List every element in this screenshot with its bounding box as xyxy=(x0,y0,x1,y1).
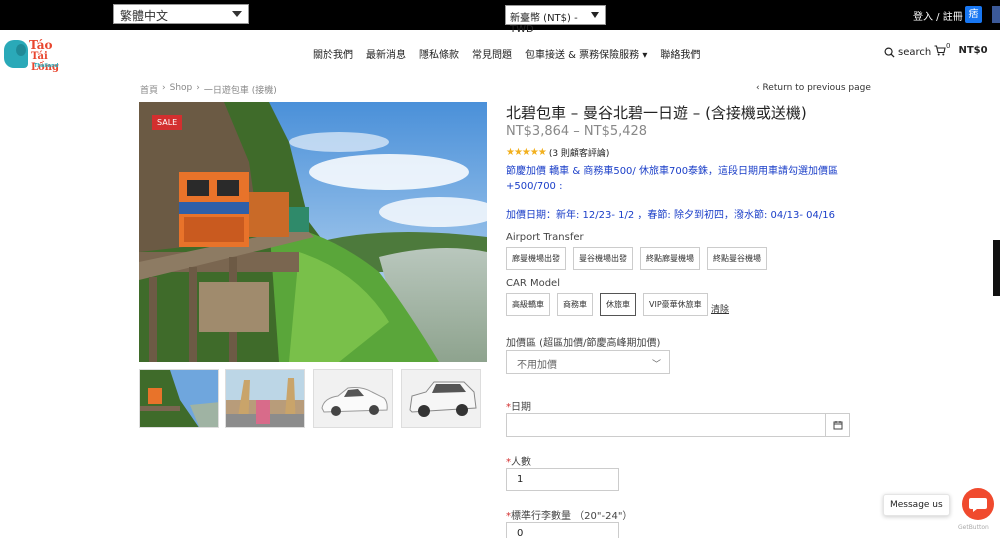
people-quantity-input[interactable]: 1 xyxy=(506,468,619,491)
main-nav: 關於我們 最新消息 隱私條款 常見問題 包車接送 & 票務保險服務 ▾ 聯絡我們 xyxy=(313,46,713,61)
search-label: search xyxy=(898,47,932,58)
product-main-image[interactable] xyxy=(139,102,487,362)
logo-text-1: Táo xyxy=(29,38,53,52)
nav-item-contact[interactable]: 聯絡我們 xyxy=(660,46,700,61)
airport-option-dmk-arrive[interactable]: 終點廊曼機場 xyxy=(640,247,700,270)
side-tab[interactable] xyxy=(993,240,1000,296)
chat-button[interactable] xyxy=(962,488,994,520)
thumb-giraffe-image xyxy=(226,370,304,427)
cart-total: NT$0 xyxy=(958,45,988,56)
search-icon xyxy=(884,47,895,58)
sale-badge: SALE xyxy=(152,115,183,130)
luggage-label: *標準行李數量 （20"-24"） xyxy=(506,507,632,522)
car-model-options: 高級轎車 商務車 休旅車 VIP豪華休旅車 xyxy=(506,293,708,316)
people-label: *人數 xyxy=(506,453,531,468)
star-rating-icon: ★★★★★ xyxy=(506,147,547,158)
car-option-suv[interactable]: 休旅車 xyxy=(600,293,636,316)
thumb-train-image xyxy=(140,370,218,427)
airport-option-bkk-arrive[interactable]: 終點曼谷機場 xyxy=(707,247,767,270)
thumbnail-suv[interactable] xyxy=(401,369,481,428)
airport-option-dmk-depart[interactable]: 廊曼機場出發 xyxy=(506,247,566,270)
people-label-text: 人數 xyxy=(511,457,531,468)
caret-down-icon xyxy=(232,11,242,17)
search-button[interactable]: search xyxy=(884,47,931,58)
nav-item-news[interactable]: 最新消息 xyxy=(366,46,406,61)
breadcrumb-separator: › xyxy=(162,83,166,93)
login-link[interactable]: 登入 / 註冊 xyxy=(913,8,963,23)
currency-value: 新臺幣 (NT$) - TWD xyxy=(510,13,578,35)
nav-item-about[interactable]: 關於我們 xyxy=(313,46,353,61)
airport-transfer-label: Airport Transfer xyxy=(506,232,584,243)
calendar-glyph-icon xyxy=(833,421,842,430)
promo-surcharge-note: 節慶加價 轎車 & 商務車500/ 休旅車700泰銖，這段日期用車請勾選加價區+… xyxy=(506,166,839,192)
product-rating: ★★★★★ (3 則顧客評論) xyxy=(506,146,609,159)
logo-text-2: Tái Lồng xyxy=(31,51,59,73)
chevron-down-icon: ﹀ xyxy=(651,360,661,370)
luggage-label-text: 標準行李數量 （20"-24"） xyxy=(511,511,633,522)
thumb-suv-image xyxy=(402,370,480,427)
cart-count: 0 xyxy=(946,41,951,50)
car-option-business[interactable]: 商務車 xyxy=(557,293,593,316)
currency-select[interactable]: 新臺幣 (NT$) - TWD xyxy=(505,5,606,35)
cart-icon xyxy=(934,45,946,56)
nav-item-faq[interactable]: 常見問題 xyxy=(472,46,512,61)
breadcrumb-home[interactable]: 首頁 xyxy=(140,83,158,96)
airport-option-bkk-depart[interactable]: 曼谷機場出發 xyxy=(573,247,633,270)
thumbnail-train[interactable] xyxy=(139,369,219,428)
getbutton-credit[interactable]: GetButton xyxy=(958,524,989,531)
language-value: 繁體中文 xyxy=(120,9,169,23)
clear-selection-link[interactable]: 清除 xyxy=(711,302,729,315)
car-model-label: CAR Model xyxy=(506,278,560,289)
surcharge-value: 不用加價 xyxy=(517,360,557,371)
breadcrumb-separator: › xyxy=(196,83,200,93)
elephant-ear-icon xyxy=(16,44,26,56)
site-logo[interactable]: Táo Tái Lồng Thailand xyxy=(4,38,72,73)
caret-down-icon xyxy=(591,12,599,18)
breadcrumb-current: 一日遊包車 (接機) xyxy=(203,86,277,96)
airport-transfer-options: 廊曼機場出發 曼谷機場出發 終點廊曼機場 終點曼谷機場 xyxy=(506,247,767,270)
return-link[interactable]: ‹ Return to previous page xyxy=(756,83,871,93)
chat-bubble-icon xyxy=(969,498,987,512)
car-option-vip-suv[interactable]: VIP豪華休旅車 xyxy=(643,293,708,316)
message-us-bubble[interactable]: Message us xyxy=(883,494,950,516)
review-count-link[interactable]: (3 則顧客評論) xyxy=(549,146,610,159)
car-option-sedan[interactable]: 高級轎車 xyxy=(506,293,550,316)
thumbnail-giraffe[interactable] xyxy=(225,369,305,428)
logo-text-3: Thailand xyxy=(34,63,59,69)
breadcrumb: 首頁 › Shop › 一日遊包車 (接機) xyxy=(140,83,277,96)
cart-button[interactable]: 0 NT$0 xyxy=(934,41,988,56)
thumbnail-sedan[interactable] xyxy=(313,369,393,428)
surcharge-select[interactable]: 不用加價 ﹀ xyxy=(506,350,670,374)
date-label: *日期 xyxy=(506,398,531,413)
date-label-text: 日期 xyxy=(511,402,531,413)
train-scene-image xyxy=(139,102,487,362)
product-price: NT$3,864 – NT$5,428 xyxy=(506,124,648,139)
product-title: 北碧包車 – 曼谷北碧一日遊 – (含接機或送機) xyxy=(506,104,807,122)
nav-item-privacy[interactable]: 隱私條款 xyxy=(419,46,459,61)
calendar-icon[interactable] xyxy=(825,414,849,436)
surcharge-label: 加價區 (超區加價/節慶高峰期加價) xyxy=(506,338,661,349)
language-select[interactable]: 繁體中文 xyxy=(113,4,249,24)
breadcrumb-shop[interactable]: Shop xyxy=(170,83,193,96)
thumb-sedan-image xyxy=(314,370,392,427)
edge-blue-tab xyxy=(992,6,1000,23)
promo-dates-note: 加價日期：新年: 12/23- 1/2 ，春節: 除夕到初四，潑水節: 04/1… xyxy=(506,210,835,221)
date-input[interactable] xyxy=(506,413,850,437)
luggage-quantity-input[interactable]: 0 xyxy=(506,522,619,538)
social-badge[interactable]: 痞 xyxy=(965,6,982,23)
nav-item-services[interactable]: 包車接送 & 票務保險服務 ▾ xyxy=(525,46,647,61)
